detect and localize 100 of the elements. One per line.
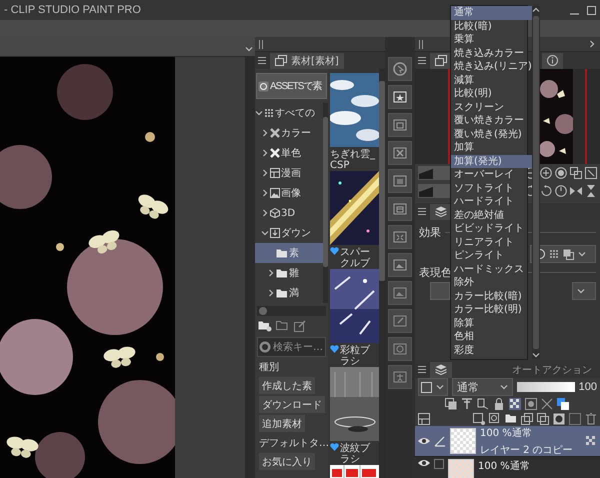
resize-icon[interactable] (585, 167, 597, 179)
tree-item[interactable]: 雛 (255, 263, 323, 283)
material-tab[interactable]: 素材[素材] (270, 52, 344, 68)
eye-icon[interactable] (418, 437, 430, 445)
tree-item[interactable]: 単色 (255, 143, 323, 163)
zoom-in-icon[interactable] (540, 167, 552, 179)
flip-vertical-icon[interactable] (585, 185, 597, 197)
menu-item[interactable]: 加算(発光) (451, 154, 532, 168)
menu-item[interactable]: ハードライト (451, 195, 532, 208)
color-mode-select[interactable] (418, 378, 448, 396)
scroll-thumb-icon[interactable] (259, 307, 267, 315)
new-folder-icon[interactable] (258, 320, 272, 332)
tree-item[interactable]: 素 (255, 243, 323, 263)
new-raster-layer-icon[interactable] (473, 412, 485, 424)
lock-icon[interactable] (493, 398, 505, 410)
new-vector-layer-icon[interactable] (489, 412, 501, 424)
layer-tab[interactable] (430, 362, 452, 378)
chevron-down-icon[interactable] (261, 229, 269, 237)
ruler-icon[interactable] (541, 398, 553, 410)
blend-mode-select[interactable]: 通常 (452, 378, 514, 396)
tree-item[interactable]: すべての (255, 103, 323, 123)
menu-item[interactable]: 除外 (451, 276, 532, 290)
tree-item[interactable]: 漫画 (255, 163, 323, 183)
tag-button[interactable]: お気に入り (259, 453, 315, 470)
panel-layout-icon[interactable] (418, 412, 430, 424)
tool-button[interactable] (388, 169, 412, 193)
scroll-down-icon[interactable] (532, 351, 540, 359)
tool-button[interactable] (388, 253, 412, 277)
menu-icon[interactable] (418, 56, 426, 65)
checkbox-icon[interactable] (434, 459, 444, 469)
menu-item[interactable]: 比較(明) (451, 87, 532, 100)
reset-rotation-icon[interactable] (555, 185, 567, 197)
color-select[interactable] (572, 282, 596, 300)
menu-item[interactable]: 加算 (451, 141, 532, 154)
chevron-right-icon[interactable] (261, 209, 269, 217)
record-icon[interactable] (555, 167, 567, 179)
navigator-tab[interactable] (430, 52, 452, 68)
tool-button[interactable] (388, 57, 412, 81)
chevron-right-icon[interactable] (261, 189, 269, 197)
menu-icon[interactable] (418, 207, 426, 216)
layer-row[interactable]: 100 %通常 レイヤー 2 のコピー (415, 426, 600, 457)
color-button[interactable] (430, 282, 450, 300)
pen-icon[interactable] (434, 435, 446, 447)
chevron-right-icon[interactable] (588, 40, 596, 48)
angle-slider[interactable] (418, 184, 450, 198)
menu-item[interactable]: 除算 (451, 316, 532, 330)
clip-icon[interactable] (445, 398, 457, 410)
chevron-right-icon[interactable] (261, 129, 269, 137)
chevron-right-icon[interactable] (261, 169, 269, 177)
menu-item[interactable]: 覆い焼きカラー (451, 114, 532, 128)
layer-mask-icon[interactable] (553, 412, 565, 424)
menu-item[interactable]: カラー比較(明) (451, 303, 532, 316)
maximize-icon[interactable] (587, 6, 596, 14)
transfer-down-icon[interactable] (521, 412, 533, 424)
tree-item[interactable]: 3D (255, 203, 323, 223)
chevron-right-icon[interactable] (267, 289, 275, 297)
tool-button[interactable] (388, 141, 412, 165)
menu-item[interactable]: 比較(暗) (451, 20, 532, 33)
menu-item[interactable]: 焼き込みカラー (451, 46, 532, 60)
draft-icon[interactable] (477, 398, 489, 410)
rotate-right-icon[interactable] (540, 185, 552, 197)
edit-icon[interactable] (294, 320, 306, 332)
tool-button[interactable] (388, 85, 412, 109)
menu-item[interactable]: リニアライト (451, 236, 532, 249)
layer-property-tab[interactable] (430, 204, 452, 220)
trash-icon[interactable] (585, 412, 597, 424)
layer-row[interactable]: 100 %通常 (415, 457, 600, 478)
menu-item[interactable]: 覆い焼き(発光) (451, 128, 532, 141)
tool-button[interactable] (388, 225, 412, 249)
chevron-down-icon[interactable] (255, 109, 263, 117)
grip-icon[interactable] (419, 40, 423, 48)
menu-item[interactable]: 焼き込み(リニア) (451, 60, 532, 74)
reference-icon[interactable] (461, 398, 473, 410)
scrollbar[interactable] (379, 69, 385, 478)
flip-icon[interactable] (570, 185, 582, 197)
tool-button[interactable] (388, 197, 412, 221)
tree-item[interactable]: 画像 (255, 183, 323, 203)
chevron-right-icon[interactable] (261, 149, 269, 157)
menu-item[interactable]: カラー比較(暗) (451, 290, 532, 303)
filter-button[interactable]: 追加素材 (259, 415, 305, 432)
opacity-slider[interactable] (517, 382, 575, 392)
tree-item[interactable]: 満 (255, 283, 323, 303)
menu-item[interactable]: 通常 (451, 6, 532, 20)
tree-item[interactable]: ダウン (255, 223, 323, 243)
zoom-slider[interactable] (418, 166, 450, 180)
menu-item[interactable]: 乗算 (451, 33, 532, 46)
menu-item[interactable]: 彩度 (451, 344, 532, 357)
menu-item[interactable]: 色相 (451, 330, 532, 344)
menu-icon[interactable] (418, 365, 426, 374)
scrollbar[interactable] (323, 103, 328, 303)
tree-item[interactable]: カラー (255, 123, 323, 143)
scrollbar[interactable] (257, 306, 326, 316)
menu-item[interactable]: ピンライト (451, 249, 532, 262)
grip-icon[interactable] (259, 40, 263, 48)
menu-item[interactable]: スクリーン (451, 100, 532, 114)
filter-button[interactable]: ダウンロード (259, 396, 325, 413)
search-field[interactable]: 検索キー… (257, 337, 326, 357)
menu-item[interactable]: 減算 (451, 74, 532, 87)
menu-icon[interactable] (258, 56, 266, 65)
menu-item[interactable]: ビビッドライト (451, 222, 532, 236)
